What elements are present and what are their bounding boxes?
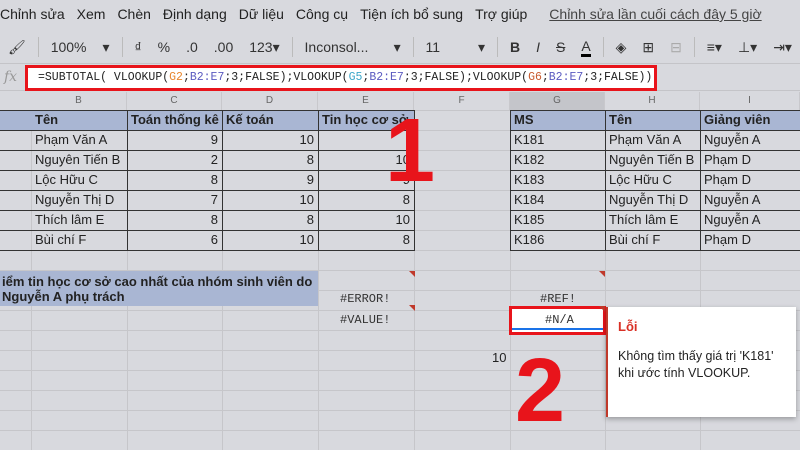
currency-button[interactable]: ₫ (134, 39, 141, 55)
column-header-H[interactable]: H (605, 92, 700, 110)
menu-item[interactable]: Chỉnh sửa (0, 6, 65, 22)
menu-item[interactable]: Dữ liệu (239, 6, 284, 22)
fill-color-icon[interactable]: ◈ (616, 39, 627, 56)
tooltip-message: Không tìm thấy giá trị 'K181' khi ước tí… (618, 349, 774, 380)
menu-item[interactable]: Xem (77, 6, 106, 22)
error-value[interactable]: #ERROR! (340, 292, 390, 306)
decrease-decimal-button[interactable]: .0 (186, 39, 198, 55)
strikethrough-button[interactable]: S (556, 39, 565, 55)
menu-item[interactable]: Chèn (117, 6, 150, 22)
cell-value[interactable]: 10 (492, 350, 506, 365)
column-header-G[interactable]: G (510, 92, 605, 110)
borders-icon[interactable]: ⊞ (642, 39, 654, 56)
menu-item[interactable]: Tiện ích bổ sung (360, 6, 463, 22)
tooltip-title: Lỗi (618, 319, 638, 334)
question-cell[interactable]: iểm tin học cơ sở cao nhất của nhóm sinh… (0, 271, 318, 306)
merge-icon[interactable]: ⊟ (670, 39, 682, 56)
column-header-I[interactable]: I (700, 92, 800, 110)
column-header-D[interactable]: D (222, 92, 318, 110)
error-tooltip: Lỗi Không tìm thấy giá trị 'K181' khi ướ… (606, 307, 796, 417)
column-header-B[interactable]: B (31, 92, 127, 110)
increase-decimal-button[interactable]: .00 (214, 39, 233, 55)
menu-item[interactable]: Trợ giúp (475, 6, 527, 22)
zoom-select[interactable]: 100% (51, 39, 87, 55)
italic-button[interactable]: I (536, 39, 540, 55)
error-marker-icon (599, 306, 605, 312)
percent-button[interactable]: % (158, 39, 170, 55)
error-value[interactable]: #REF! (540, 292, 576, 306)
error-marker-icon (409, 271, 415, 277)
error-marker-icon (409, 305, 415, 311)
column-header-C[interactable]: C (127, 92, 222, 110)
valign-icon[interactable]: ⊥▾ (738, 39, 757, 56)
menu-bar: Chỉnh sửa Xem Chèn Định dạng Dữ liệu Công cụ T… (0, 0, 800, 28)
error-marker-icon (599, 271, 605, 277)
wrap-icon[interactable]: ⇥▾ (773, 39, 792, 56)
menu-item[interactable]: Công cụ (296, 6, 348, 22)
number-format-button[interactable]: 123▾ (249, 39, 279, 56)
align-icon[interactable]: ≡▾ (707, 39, 722, 56)
bold-button[interactable]: B (510, 39, 520, 55)
text-color-button[interactable]: A (581, 38, 591, 57)
error-value[interactable]: #VALUE! (340, 313, 390, 327)
font-select[interactable]: Inconsol... (305, 39, 378, 55)
menu-item[interactable]: Định dạng (163, 6, 227, 22)
annotation-1: 1 (385, 101, 436, 201)
last-edit-link[interactable]: Chỉnh sửa lần cuối cách đây 5 giờ (549, 6, 761, 22)
fx-icon: fx (4, 69, 18, 85)
selected-cell[interactable]: #N/A (509, 306, 606, 335)
formula-bar: fx =SUBTOTAL( VLOOKUP(G2;B2:E7;3;FALSE);… (0, 63, 800, 91)
paint-format-icon[interactable]: 🖌 (8, 39, 26, 56)
formula-input[interactable]: =SUBTOTAL( VLOOKUP(G2;B2:E7;3;FALSE);VLO… (25, 65, 657, 91)
toolbar: 🖌 100% ▾ ₫ % .0 .00 123▾ Inconsol... ▾ 11 ▾… (8, 37, 792, 57)
font-size-select[interactable]: 11 (426, 39, 463, 55)
annotation-2: 2 (515, 341, 566, 441)
